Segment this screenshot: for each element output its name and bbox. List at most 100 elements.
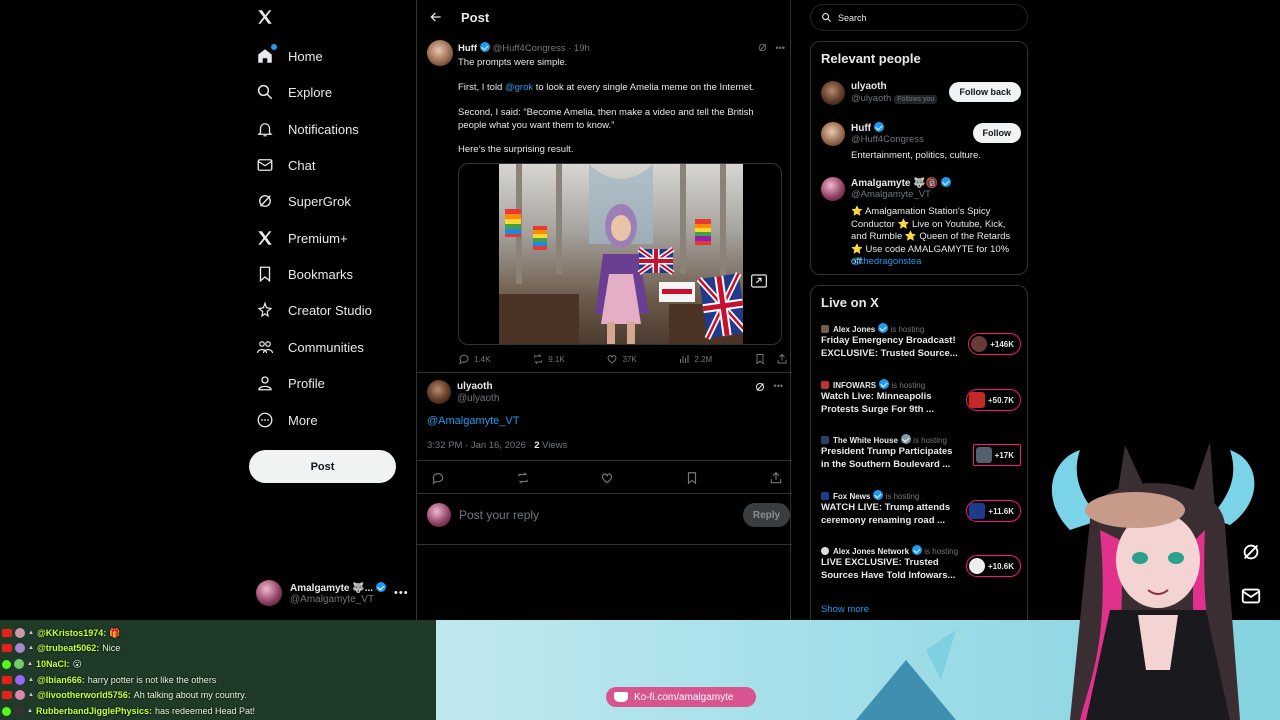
repost-icon: [534, 354, 543, 364]
account-switcher[interactable]: Amalgamyte 🐺... @Amalgamyte_VT •••: [256, 576, 409, 610]
bookmark-icon[interactable]: [754, 353, 766, 365]
chat-avatar: [15, 675, 25, 685]
post-video[interactable]: [458, 163, 782, 345]
person-handle: @Amalgamyte_VT: [851, 189, 931, 200]
author-name[interactable]: Huff: [458, 43, 477, 54]
back-arrow-icon[interactable]: [429, 10, 443, 24]
reply-button[interactable]: Reply: [743, 503, 790, 527]
author-name[interactable]: ulyaoth: [457, 381, 493, 392]
views-icon: [680, 355, 689, 363]
chat-avatar: [15, 643, 25, 653]
listener-pill[interactable]: +17K: [972, 444, 1021, 466]
more-circle-icon: [256, 411, 274, 429]
nav-label: Creator Studio: [288, 302, 372, 318]
bio-link[interactable]: @thedragonstea: [851, 256, 1021, 269]
account-handle: @Amalgamyte_VT: [290, 593, 375, 605]
grok-icon[interactable]: [757, 42, 768, 53]
verified-badge-icon: [879, 379, 890, 389]
verified-badge-icon: [873, 490, 884, 500]
listener-count: +50.7K: [987, 395, 1014, 405]
reply-icon: [459, 354, 469, 365]
nav-label: More: [288, 412, 318, 428]
nav-premium[interactable]: Premium+: [256, 223, 348, 253]
card-title: Live on X: [821, 295, 879, 310]
search-icon: [256, 83, 274, 101]
post-button[interactable]: Post: [249, 450, 396, 483]
host-name: Fox News: [833, 492, 871, 501]
post-text-line: First, I told @grok to look at every sin…: [458, 81, 778, 94]
listener-pill[interactable]: +11.6K: [966, 500, 1021, 522]
nav-bookmarks[interactable]: Bookmarks: [256, 259, 353, 289]
chat-username: RubberbandJigglePhysics:: [35, 706, 152, 716]
chat-text: has redeemed Head Pat!: [154, 706, 256, 716]
nav-communities[interactable]: Communities: [256, 332, 364, 362]
heart-icon: [608, 355, 617, 364]
heart-icon[interactable]: [600, 471, 614, 485]
more-dots-icon[interactable]: •••: [394, 587, 409, 599]
nav-more[interactable]: More: [256, 405, 318, 435]
repost-action[interactable]: 9.1K: [532, 353, 565, 365]
kofi-link: Ko-fi.com/amalgamyte: [634, 691, 734, 703]
post-meta: 3:32 PM · Jan 16, 2026 · 2 Views: [427, 440, 567, 451]
nav-creator-studio[interactable]: Creator Studio: [256, 295, 372, 325]
post-text-segment: to look at every single Amelia meme on t…: [533, 82, 755, 93]
listener-pill[interactable]: +146K: [968, 333, 1021, 355]
nav-supergrok[interactable]: SuperGrok: [256, 186, 351, 216]
search-input[interactable]: [838, 12, 1008, 23]
search-box[interactable]: [810, 4, 1028, 31]
share-icon[interactable]: [776, 353, 788, 365]
kick-icon: [2, 659, 11, 669]
listener-pill[interactable]: +10.6K: [965, 555, 1021, 577]
mail-icon[interactable]: [1236, 581, 1266, 611]
repost-icon[interactable]: [516, 471, 530, 485]
avatar[interactable]: [427, 40, 453, 66]
author-handle[interactable]: @Huff4Congress: [493, 43, 566, 54]
mention-link[interactable]: @grok: [505, 82, 533, 93]
person-name: Huff: [851, 123, 871, 134]
author-handle[interactable]: @ulyaoth: [457, 393, 499, 404]
x-logo-icon[interactable]: [256, 8, 276, 28]
chat-rank-icon: ▲: [28, 677, 34, 683]
show-more-link[interactable]: Show more: [821, 604, 869, 615]
listener-pill[interactable]: +50.7K: [965, 389, 1021, 411]
verified-badge-icon: [480, 42, 490, 52]
host-avatar: [821, 325, 829, 333]
more-dots-icon[interactable]: •••: [776, 43, 785, 53]
live-title: LIVE EXCLUSIVE: Trusted Sources Have Tol…: [821, 557, 956, 581]
youtube-icon: [2, 644, 12, 652]
bookmark-icon[interactable]: [685, 471, 699, 485]
kofi-banner[interactable]: Ko-fi.com/amalgamyte: [606, 687, 756, 707]
divider: [417, 544, 792, 545]
hosting-label: is hosting: [913, 436, 947, 445]
chat-rank-icon: ▲: [27, 708, 33, 714]
more-dots-icon[interactable]: •••: [774, 381, 783, 393]
verified-badge-icon: [376, 581, 387, 592]
grok-icon[interactable]: [754, 381, 766, 393]
nav-home[interactable]: Home: [256, 41, 323, 71]
views-action[interactable]: 2.2M: [678, 353, 712, 365]
nav-notifications[interactable]: Notifications: [256, 114, 359, 144]
reply-input[interactable]: Post your reply: [459, 508, 539, 522]
avatar[interactable]: [427, 380, 451, 404]
follow-button[interactable]: Follow: [972, 123, 1021, 143]
avatar: [821, 177, 845, 201]
share-icon[interactable]: [769, 471, 783, 485]
nav-explore[interactable]: Explore: [256, 77, 332, 107]
post-text-line: Here’s the surprising result.: [458, 144, 574, 155]
like-action[interactable]: 37K: [606, 353, 637, 365]
nav-profile[interactable]: Profile: [256, 368, 325, 398]
expand-icon[interactable]: [751, 274, 767, 288]
grok-icon[interactable]: [1236, 537, 1266, 567]
card-title: Relevant people: [821, 51, 921, 66]
live-thumbnail: [968, 392, 985, 408]
person-icon: [256, 374, 274, 392]
follow-back-button[interactable]: Follow back: [949, 82, 1021, 102]
live-title: Watch Live: Minneapolis Protests Surge F…: [821, 391, 934, 415]
mail-icon: [256, 156, 274, 174]
nav-chat[interactable]: Chat: [256, 150, 315, 180]
mention-link[interactable]: @Amalgamyte_VT: [427, 415, 519, 427]
nav-label: Notifications: [288, 121, 359, 137]
nav-label: Home: [288, 48, 323, 64]
reply-icon[interactable]: [431, 471, 445, 485]
reply-action[interactable]: 1.4K: [458, 353, 490, 365]
